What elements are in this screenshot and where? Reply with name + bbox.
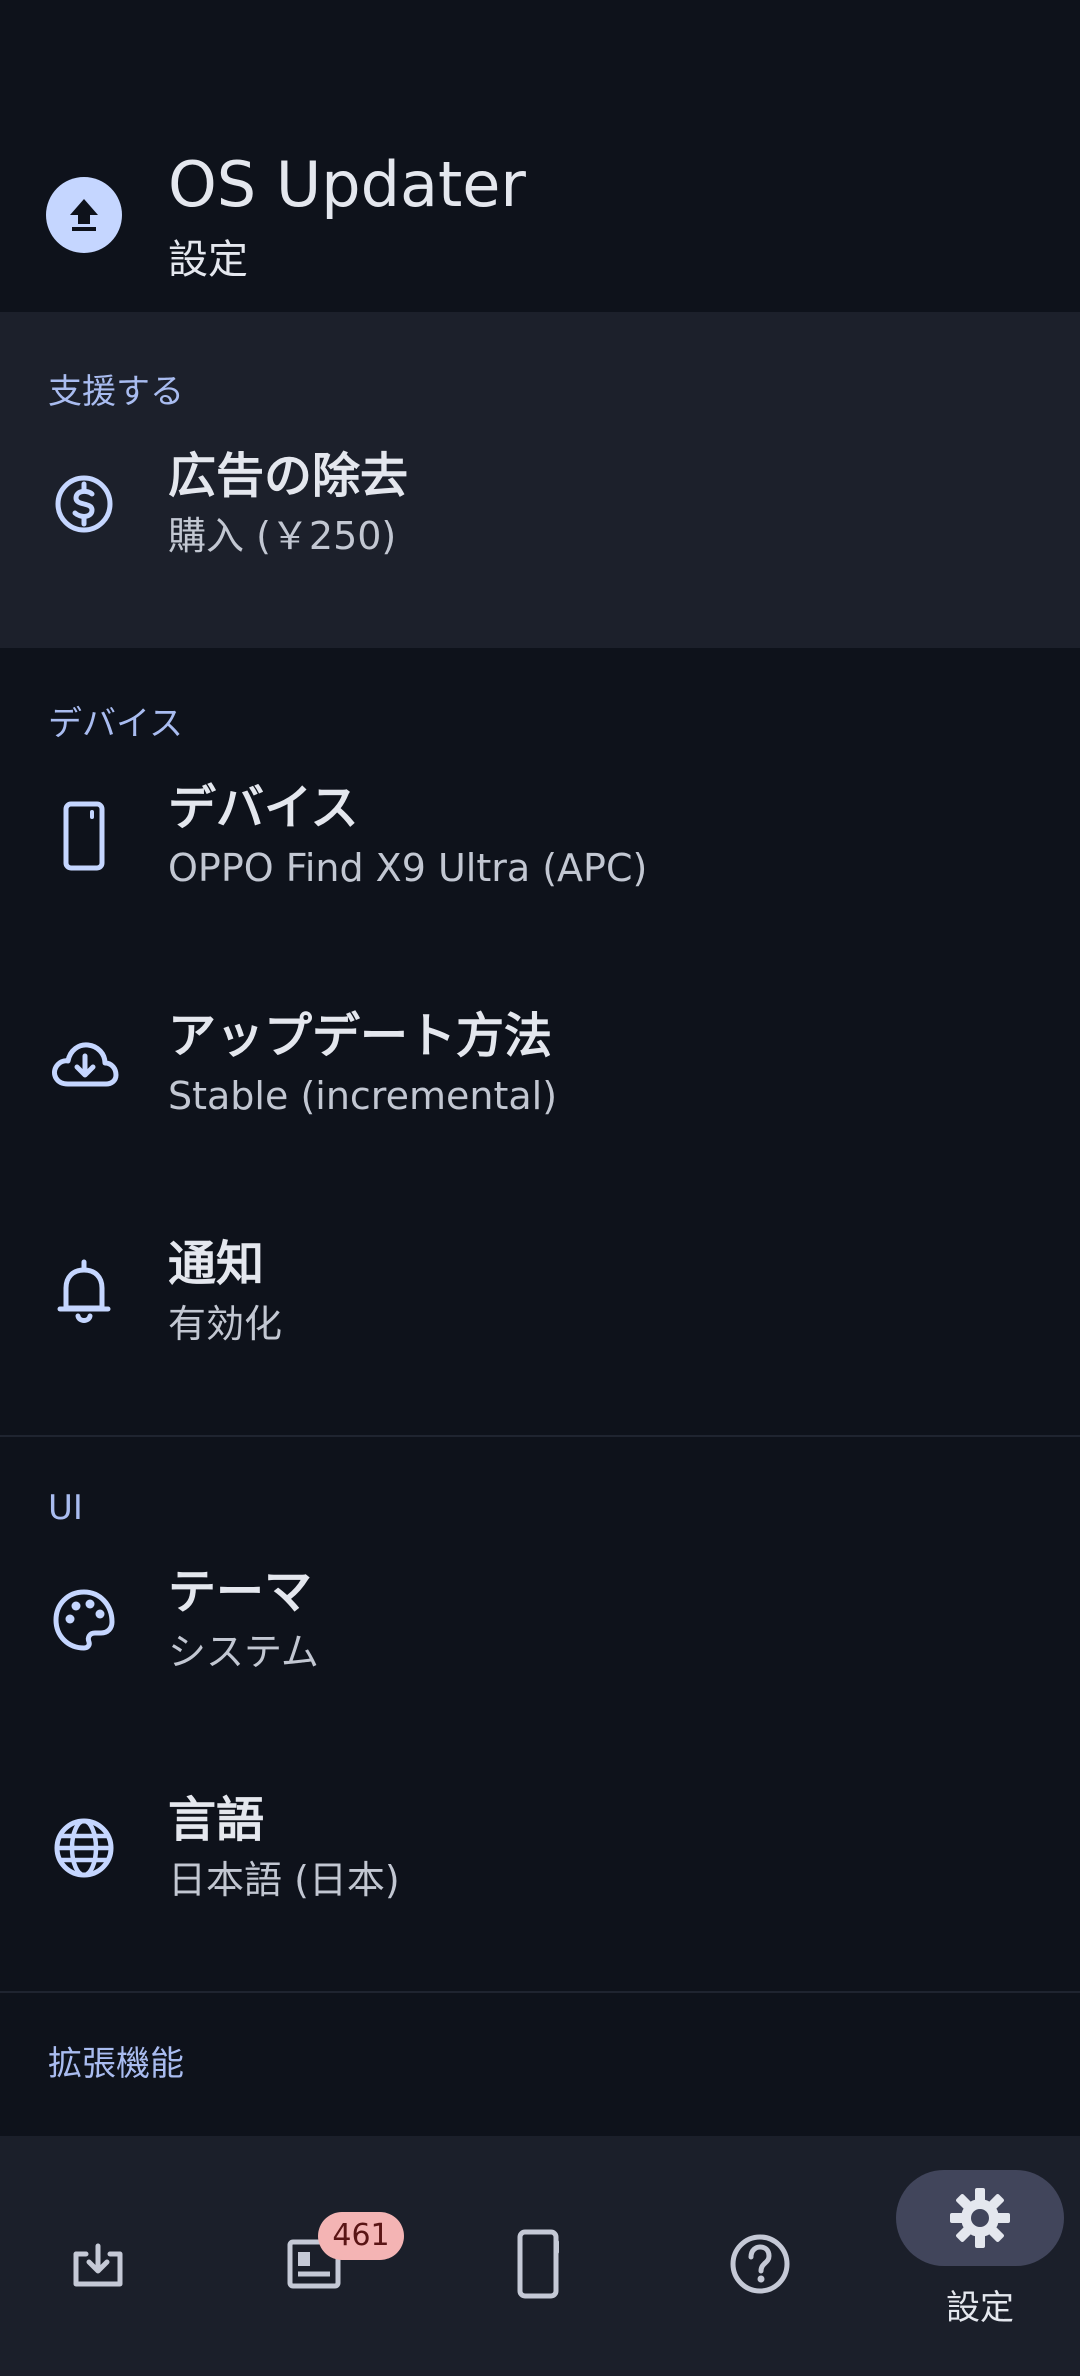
- setting-summary: 購入 (￥250): [168, 514, 397, 558]
- setting-summary: OPPO Find X9 Ultra (APC): [168, 846, 648, 890]
- setting-summary: 日本語 (日本): [168, 1858, 400, 1902]
- device-icon: [498, 2224, 578, 2304]
- nav-item-downloads[interactable]: [0, 2136, 216, 2376]
- extensions-section: 拡張機能: [0, 1992, 1080, 2136]
- dollar-circle-icon: [48, 468, 120, 540]
- setting-summary: システム: [168, 1630, 319, 1674]
- news-count-badge: 461: [318, 2212, 404, 2260]
- setting-title: 言語: [168, 1792, 265, 1848]
- settings-gear-icon: [950, 2188, 1010, 2248]
- setting-title: テーマ: [168, 1564, 313, 1620]
- section-header-support: 支援する: [48, 372, 184, 412]
- palette-icon: [48, 1584, 120, 1656]
- globe-icon: [48, 1812, 120, 1884]
- section-header-device: デバイス: [48, 704, 183, 744]
- remove-ads-setting[interactable]: 広告の除去 購入 (￥250): [0, 420, 1080, 648]
- device-section: デバイス デバイス OPPO Find X9 Ultra (APC) アップデー…: [0, 648, 1080, 1436]
- nav-item-help[interactable]: [648, 2136, 864, 2376]
- setting-summary: 有効化: [168, 1302, 283, 1346]
- cloud-download-icon: [48, 1028, 120, 1100]
- phone-icon: [48, 800, 120, 872]
- support-section: 支援する 広告の除去 購入 (￥250): [0, 312, 1080, 648]
- help-icon: [720, 2224, 800, 2304]
- page-title: 設定: [168, 237, 248, 283]
- section-header-extensions: 拡張機能: [48, 2044, 184, 2084]
- device-setting[interactable]: デバイス OPPO Find X9 Ultra (APC): [0, 752, 1080, 980]
- upload-icon: [46, 177, 122, 253]
- settings-screen: OS Updater 設定 支援する 広告の除去 購入 (￥250) デバイス: [0, 0, 1080, 2376]
- setting-title: アップデート方法: [168, 1008, 553, 1064]
- section-header-ui: UI: [48, 1488, 83, 1528]
- nav-label-settings: 設定: [946, 2288, 1014, 2328]
- theme-setting[interactable]: テーマ システム: [0, 1536, 1080, 1764]
- nav-item-news[interactable]: [216, 2136, 432, 2376]
- nav-item-settings[interactable]: [896, 2170, 1064, 2266]
- setting-title: 広告の除去: [168, 448, 409, 504]
- setting-summary: Stable (incremental): [168, 1074, 558, 1118]
- notification-setting[interactable]: 通知 有効化: [0, 1208, 1080, 1436]
- setting-title: 通知: [168, 1236, 265, 1292]
- setting-title: デバイス: [168, 780, 359, 836]
- ui-section: UI テーマ システム 言語 日本語 (日本): [0, 1436, 1080, 1992]
- download-tray-icon: [58, 2224, 138, 2304]
- language-setting[interactable]: 言語 日本語 (日本): [0, 1764, 1080, 1992]
- bottom-navigation: 461 設定: [0, 2136, 1080, 2376]
- bell-icon: [48, 1256, 120, 1328]
- update-method-setting[interactable]: アップデート方法 Stable (incremental): [0, 980, 1080, 1208]
- app-title: OS Updater: [168, 148, 526, 221]
- nav-item-device[interactable]: [432, 2136, 648, 2376]
- app-header: OS Updater 設定: [0, 0, 1080, 312]
